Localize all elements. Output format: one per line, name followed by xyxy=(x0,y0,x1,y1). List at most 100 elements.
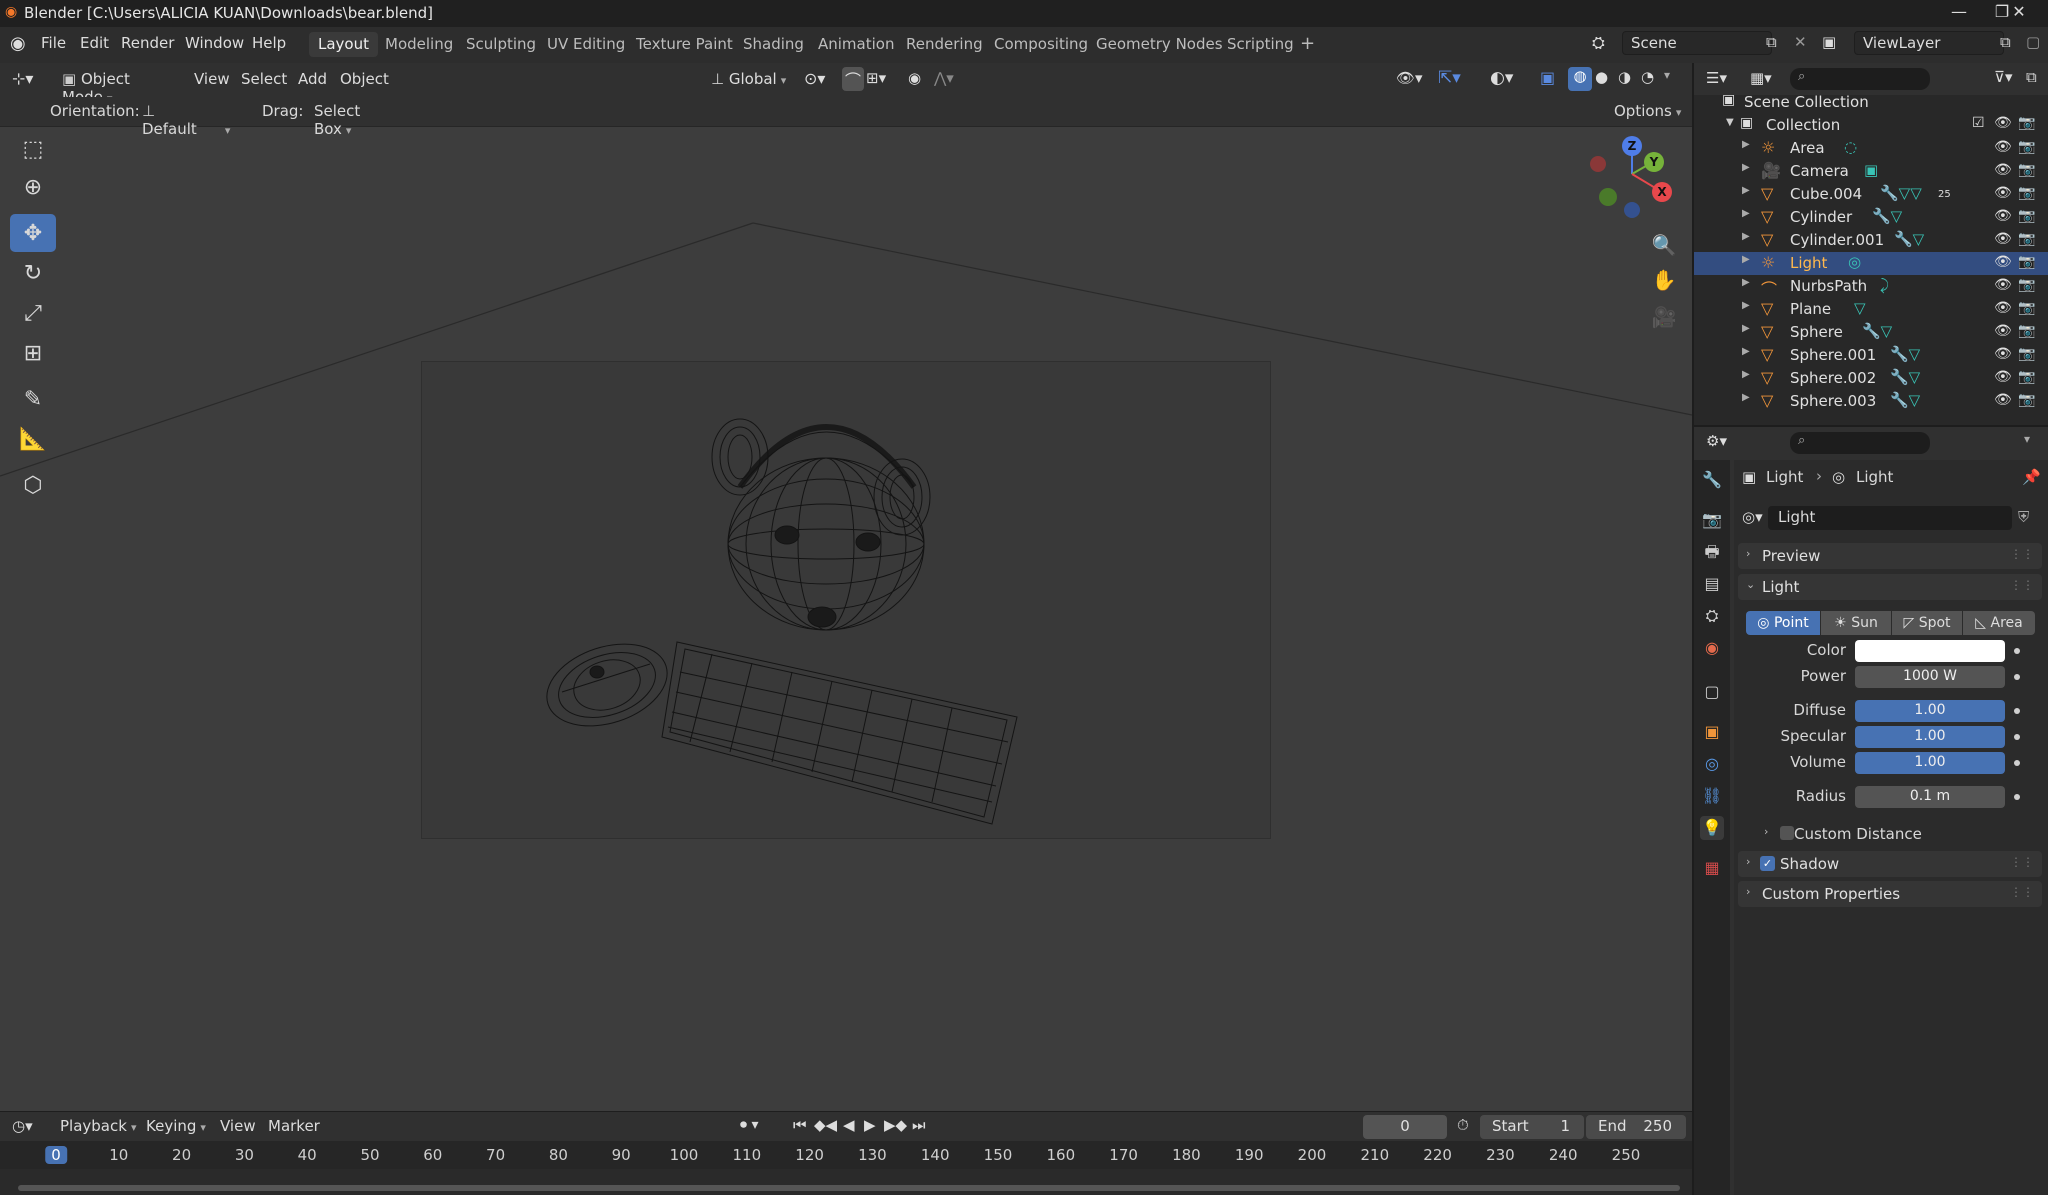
outliner-scene-collection[interactable]: ▣ Scene Collection xyxy=(1694,91,2048,114)
expand-arrow-icon[interactable]: ▶ xyxy=(1742,254,1750,265)
gizmo-neg-y-axis[interactable] xyxy=(1599,188,1617,206)
diffuse-slider[interactable]: 1.00 xyxy=(1855,700,2005,722)
render-camera-icon[interactable]: 📷 xyxy=(2018,369,2035,385)
close-button[interactable]: ✕ xyxy=(2005,2,2033,24)
tab-scripting[interactable]: Scripting xyxy=(1218,32,1303,57)
tab-animation[interactable]: Animation xyxy=(809,32,903,57)
pin-icon[interactable]: 📌 xyxy=(2022,468,2041,486)
viewport-menu-object[interactable]: Object xyxy=(332,68,397,92)
pivot-point-icon[interactable]: ⊙▾ xyxy=(804,69,825,88)
tab-shading[interactable]: Shading xyxy=(734,32,813,57)
render-camera-icon[interactable]: 📷 xyxy=(2018,139,2035,155)
outliner-item-nurbspath[interactable]: ▶ ⌒ NurbsPath ⤸ 👁 📷 xyxy=(1694,275,2048,299)
visibility-eye-icon[interactable]: 👁 xyxy=(1994,208,2012,224)
expand-arrow-icon[interactable]: ▶ xyxy=(1742,323,1750,334)
modifier-data-icon[interactable]: 🔧▽ xyxy=(1872,207,1902,225)
outliner-item-sphere-001[interactable]: ▶ ▽ Sphere.001 🔧▽ 👁 📷 xyxy=(1694,344,2048,367)
remove-view-layer-icon[interactable]: ▢ xyxy=(2026,33,2040,51)
modifier-data-icon[interactable]: ⤸ xyxy=(1880,276,1889,294)
new-view-layer-icon[interactable]: ⧉ xyxy=(2000,33,2011,51)
transform-tool[interactable]: ⊞ xyxy=(10,334,56,372)
expand-arrow-icon[interactable]: ▶ xyxy=(1742,185,1750,196)
tab-texture-paint[interactable]: Texture Paint xyxy=(627,32,742,57)
radius-field[interactable]: 0.1 m xyxy=(1855,786,2005,808)
tab-uv-editing[interactable]: UV Editing xyxy=(538,32,634,57)
outliner-item-plane[interactable]: ▶ ▽ Plane ▽ 👁 📷 xyxy=(1694,298,2048,321)
expand-arrow-icon[interactable]: ▶ xyxy=(1742,231,1750,242)
outliner-item-sphere-002[interactable]: ▶ ▽ Sphere.002 🔧▽ 👁 📷 xyxy=(1694,367,2048,390)
jump-end-icon[interactable]: ⏭ xyxy=(912,1116,926,1134)
properties-options-icon[interactable]: ▾ xyxy=(2024,432,2030,446)
keyframe-dot-icon[interactable] xyxy=(2014,708,2020,714)
navigation-gizmo[interactable]: Z Y X xyxy=(1580,132,1672,222)
light-data-tab-icon[interactable]: 💡 xyxy=(1700,816,1724,840)
modifier-data-icon[interactable]: 🔧▽ xyxy=(1890,368,1920,386)
specular-slider[interactable]: 1.00 xyxy=(1855,726,2005,748)
play-reverse-icon[interactable]: ◀ xyxy=(843,1116,855,1134)
modifier-data-icon[interactable]: 🔧▽ xyxy=(1862,322,1892,340)
tool-tab-icon[interactable]: 🔧 xyxy=(1700,468,1724,492)
pan-hand-icon[interactable]: ✋ xyxy=(1649,265,1679,295)
object-tab-icon[interactable]: ▣ xyxy=(1700,720,1724,744)
current-frame-indicator[interactable]: 0 xyxy=(45,1146,67,1164)
keyframe-dot-icon[interactable] xyxy=(2014,760,2020,766)
shadow-checkbox[interactable]: ✓ xyxy=(1760,856,1775,871)
outliner-item-sphere[interactable]: ▶ ▽ Sphere 🔧▽ 👁 📷 xyxy=(1694,321,2048,344)
shadow-panel-header[interactable]: › ✓ Shadow ⋮⋮ xyxy=(1738,851,2042,877)
timeline-scrollbar[interactable] xyxy=(18,1185,1680,1191)
filter-icon[interactable]: ⊽▾ xyxy=(1994,68,2013,86)
timeline-menu-view[interactable]: View xyxy=(212,1115,264,1139)
menu-edit[interactable]: Edit xyxy=(80,34,109,52)
cursor-tool[interactable]: ⊕ xyxy=(10,168,56,206)
timeline-menu-playback[interactable]: Playback ▾ xyxy=(52,1115,144,1139)
tab-modeling[interactable]: Modeling xyxy=(376,32,462,57)
wireframe-shading-icon[interactable]: ◍ xyxy=(1568,67,1592,91)
gizmo-toggle-icon[interactable]: ⇱▾ xyxy=(1438,68,1461,88)
light-datablock-selector[interactable]: ◎▾ Light ⛨ xyxy=(1738,506,2038,530)
visibility-eye-icon[interactable]: 👁 xyxy=(1994,346,2012,362)
volume-slider[interactable]: 1.00 xyxy=(1855,752,2005,774)
visibility-eye-icon[interactable]: 👁 xyxy=(1994,139,2012,155)
solid-shading-icon[interactable]: ● xyxy=(1595,68,1608,86)
modifier-data-icon[interactable]: ◌ xyxy=(1844,138,1857,156)
editor-type-icon[interactable]: ⊹▾ xyxy=(12,69,33,88)
orientation-dropdown[interactable]: ⊥ Default ▾ xyxy=(136,100,246,138)
material-shading-icon[interactable]: ◑ xyxy=(1618,68,1631,86)
snap-target-icon[interactable]: ⊞▾ xyxy=(866,69,886,87)
viewport-menu-add[interactable]: Add xyxy=(290,68,335,92)
tab-sculpting[interactable]: Sculpting xyxy=(457,32,545,57)
new-scene-icon[interactable]: ⧉ xyxy=(1766,33,1777,51)
keyframe-dot-icon[interactable] xyxy=(2014,674,2020,680)
scene-name-field[interactable]: Scene xyxy=(1622,31,1772,55)
expand-arrow-icon[interactable]: ▶ xyxy=(1742,369,1750,380)
outliner-search-input[interactable]: ⌕ xyxy=(1790,68,1930,90)
visibility-eye-icon[interactable]: 👁 xyxy=(1994,115,2012,131)
object-visibility-icon[interactable]: 👁▾ xyxy=(1396,69,1423,87)
light-datablock-name-field[interactable]: Light xyxy=(1768,506,2012,530)
timeline-track-area[interactable] xyxy=(0,1169,1692,1195)
modifier-data-icon[interactable]: 🔧▽ xyxy=(1894,230,1924,248)
modifier-data-icon[interactable]: ▣ xyxy=(1864,161,1878,179)
render-camera-icon[interactable]: 📷 xyxy=(2018,185,2035,201)
light-type-area-button[interactable]: ◺ Area xyxy=(1963,611,2035,635)
next-keyframe-icon[interactable]: ▶◆ xyxy=(884,1116,907,1134)
gizmo-z-axis[interactable]: Z xyxy=(1622,136,1642,156)
gizmo-y-axis[interactable]: Y xyxy=(1644,152,1664,172)
overlay-toggle-icon[interactable]: ◐▾ xyxy=(1490,68,1513,88)
menu-file[interactable]: File xyxy=(41,34,66,52)
blender-menu-icon[interactable]: ◉ xyxy=(10,33,26,54)
render-camera-icon[interactable]: 📷 xyxy=(2018,231,2035,247)
drag-handle-icon[interactable]: ⋮⋮ xyxy=(2010,547,2034,561)
measure-tool[interactable]: 📐 xyxy=(10,420,56,458)
render-camera-icon[interactable]: 📷 xyxy=(2018,392,2035,408)
xray-toggle-icon[interactable]: ▣ xyxy=(1540,68,1555,87)
expand-arrow-icon[interactable]: ▶ xyxy=(1742,139,1750,150)
expand-arrow-icon[interactable]: ▶ xyxy=(1742,346,1750,357)
modifier-data-icon[interactable]: 🔧▽▽ xyxy=(1880,184,1922,202)
fake-user-shield-icon[interactable]: ⛨ xyxy=(2018,508,2029,526)
outliner-item-sphere-003[interactable]: ▶ ▽ Sphere.003 🔧▽ 👁 📷 xyxy=(1694,390,2048,413)
expand-arrow-icon[interactable]: ▶ xyxy=(1742,162,1750,173)
viewport-menu-select[interactable]: Select xyxy=(233,68,295,92)
scene-selector-icon[interactable]: ⛭ xyxy=(1592,33,1605,53)
keyframe-dot-icon[interactable] xyxy=(2014,648,2020,654)
